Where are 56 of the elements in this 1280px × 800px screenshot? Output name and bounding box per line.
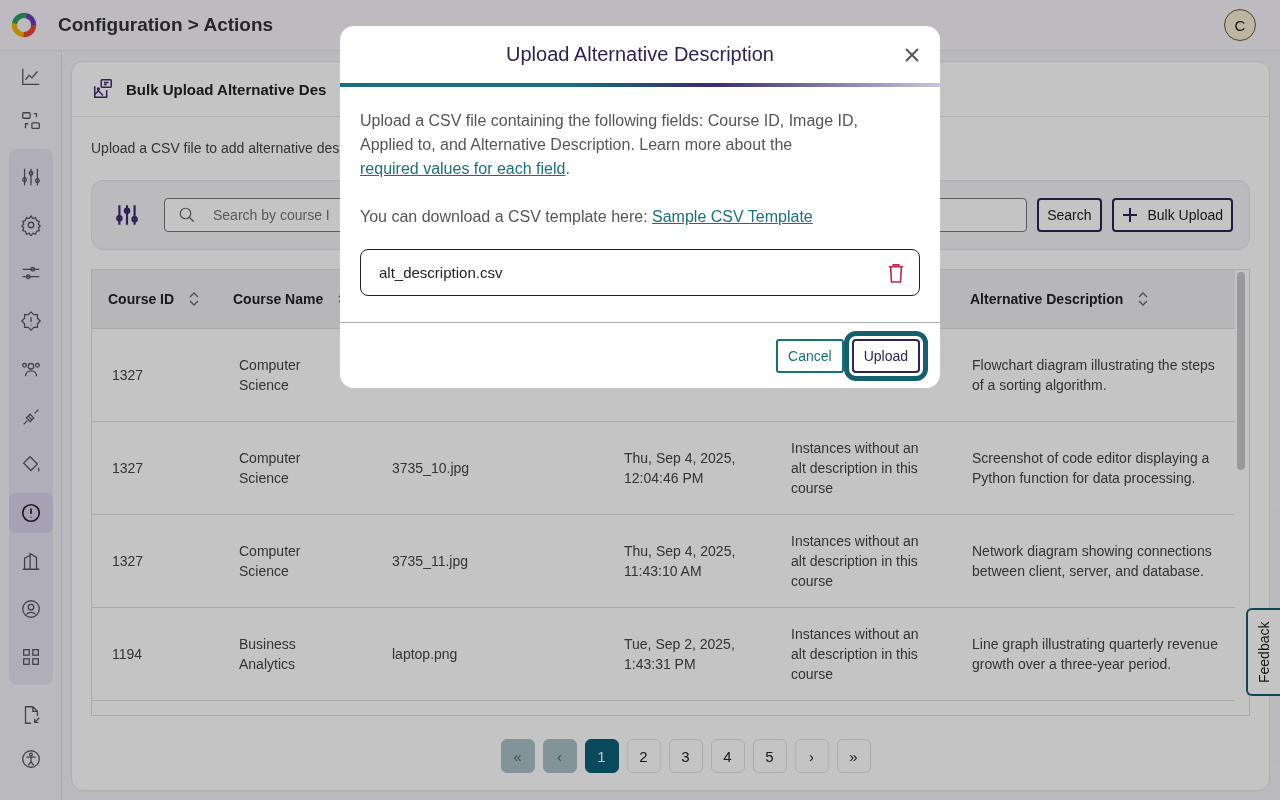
logo-icon bbox=[10, 11, 38, 39]
table-cell-text: 1327 bbox=[112, 366, 144, 385]
page-button[interactable]: 1 bbox=[584, 739, 619, 773]
search-icon bbox=[178, 206, 196, 224]
page-title: Bulk Upload Alternative Des bbox=[126, 80, 327, 98]
last-page-button[interactable]: » bbox=[836, 739, 871, 773]
table-cell-text: 3735_11.jpg bbox=[392, 552, 469, 571]
table-cell-text: Business Analytics bbox=[239, 635, 297, 674]
column-header[interactable]: Alternative Description bbox=[970, 291, 1124, 307]
table-cell-text: 3735_10.jpg bbox=[392, 459, 470, 478]
user-avatar[interactable]: C bbox=[1224, 9, 1256, 41]
page-button[interactable]: 2 bbox=[626, 739, 661, 773]
required-values-link[interactable]: required values for each field bbox=[360, 160, 566, 177]
trash-icon[interactable] bbox=[887, 262, 905, 283]
sliders-icon[interactable] bbox=[114, 202, 140, 228]
table-cell-text: Instances without an alt description in this course bbox=[791, 625, 920, 684]
table-cell-text: Computer Science bbox=[239, 449, 302, 488]
table-cell-text: 1327 bbox=[112, 552, 144, 571]
column-header[interactable]: Course Name bbox=[233, 291, 324, 307]
close-icon[interactable] bbox=[904, 47, 920, 63]
sort-icon[interactable] bbox=[1137, 290, 1150, 308]
page-button[interactable]: 3 bbox=[668, 739, 703, 773]
sort-icon[interactable] bbox=[188, 290, 201, 308]
dialog-title: Upload Alternative Description bbox=[506, 43, 774, 66]
table-cell-text: Tue, Sep 2, 2025, 1:43:31 PM bbox=[624, 635, 736, 674]
table-cell-text: Thu, Sep 4, 2025, 12:04:46 PM bbox=[624, 449, 737, 488]
template-text: You can download a CSV template here: Sample CSV Template bbox=[360, 207, 814, 227]
table-cell-text: Flowchart diagram illustrating the steps of a sorting algorithm. bbox=[972, 356, 1216, 395]
table-cell-text: Instances without an alt description in this course bbox=[791, 439, 920, 498]
table-cell-text: Line graph illustrating quarterly revenue growth over a three-year period. bbox=[972, 635, 1219, 674]
feedback-tab[interactable]: Feedback bbox=[1246, 608, 1280, 696]
table-cell-text: Computer Science bbox=[239, 356, 302, 395]
table-cell-text: Instances without an alt description in this course bbox=[791, 532, 920, 591]
next-page-button[interactable]: › bbox=[794, 739, 829, 773]
page-button[interactable]: 5 bbox=[752, 739, 787, 773]
breadcrumb: Configuration > Actions bbox=[58, 14, 274, 36]
page-button[interactable]: 4 bbox=[710, 739, 745, 773]
column-header[interactable]: Course ID bbox=[108, 291, 175, 307]
table-cell-text: Computer Science bbox=[239, 542, 302, 581]
page-description: Upload a CSV file to add alternative des bbox=[91, 140, 340, 156]
table-cell-text: 1194 bbox=[112, 645, 143, 664]
cancel-button[interactable]: Cancel bbox=[776, 338, 844, 373]
search-button[interactable]: Search bbox=[1037, 198, 1102, 232]
table-cell-text: Screenshot of code editor displaying a Python function for data processing. bbox=[972, 449, 1211, 488]
plus-icon bbox=[1121, 207, 1138, 223]
info-icon[interactable] bbox=[8, 493, 53, 533]
file-field[interactable]: alt_description.csv bbox=[360, 249, 920, 296]
table-cell-text: Thu, Sep 4, 2025, 11:43:10 AM bbox=[624, 542, 737, 581]
table-cell-text: laptop.png bbox=[392, 645, 458, 664]
scrollbar-thumb[interactable] bbox=[1237, 272, 1245, 470]
image-upload-icon bbox=[92, 78, 114, 100]
table-cell-text: 1327 bbox=[112, 459, 144, 478]
table-cell-text: Network diagram showing connections between client, server, and database. bbox=[972, 542, 1213, 581]
instructions-text: Upload a CSV file containing the following fields: Course ID, Image ID, Applied to, and Alternative Description. Learn more about the required values for each field. bbox=[360, 111, 860, 179]
bulk-upload-button[interactable]: Bulk Upload bbox=[1111, 198, 1233, 232]
sample-template-link[interactable]: Sample CSV Template bbox=[652, 208, 813, 225]
